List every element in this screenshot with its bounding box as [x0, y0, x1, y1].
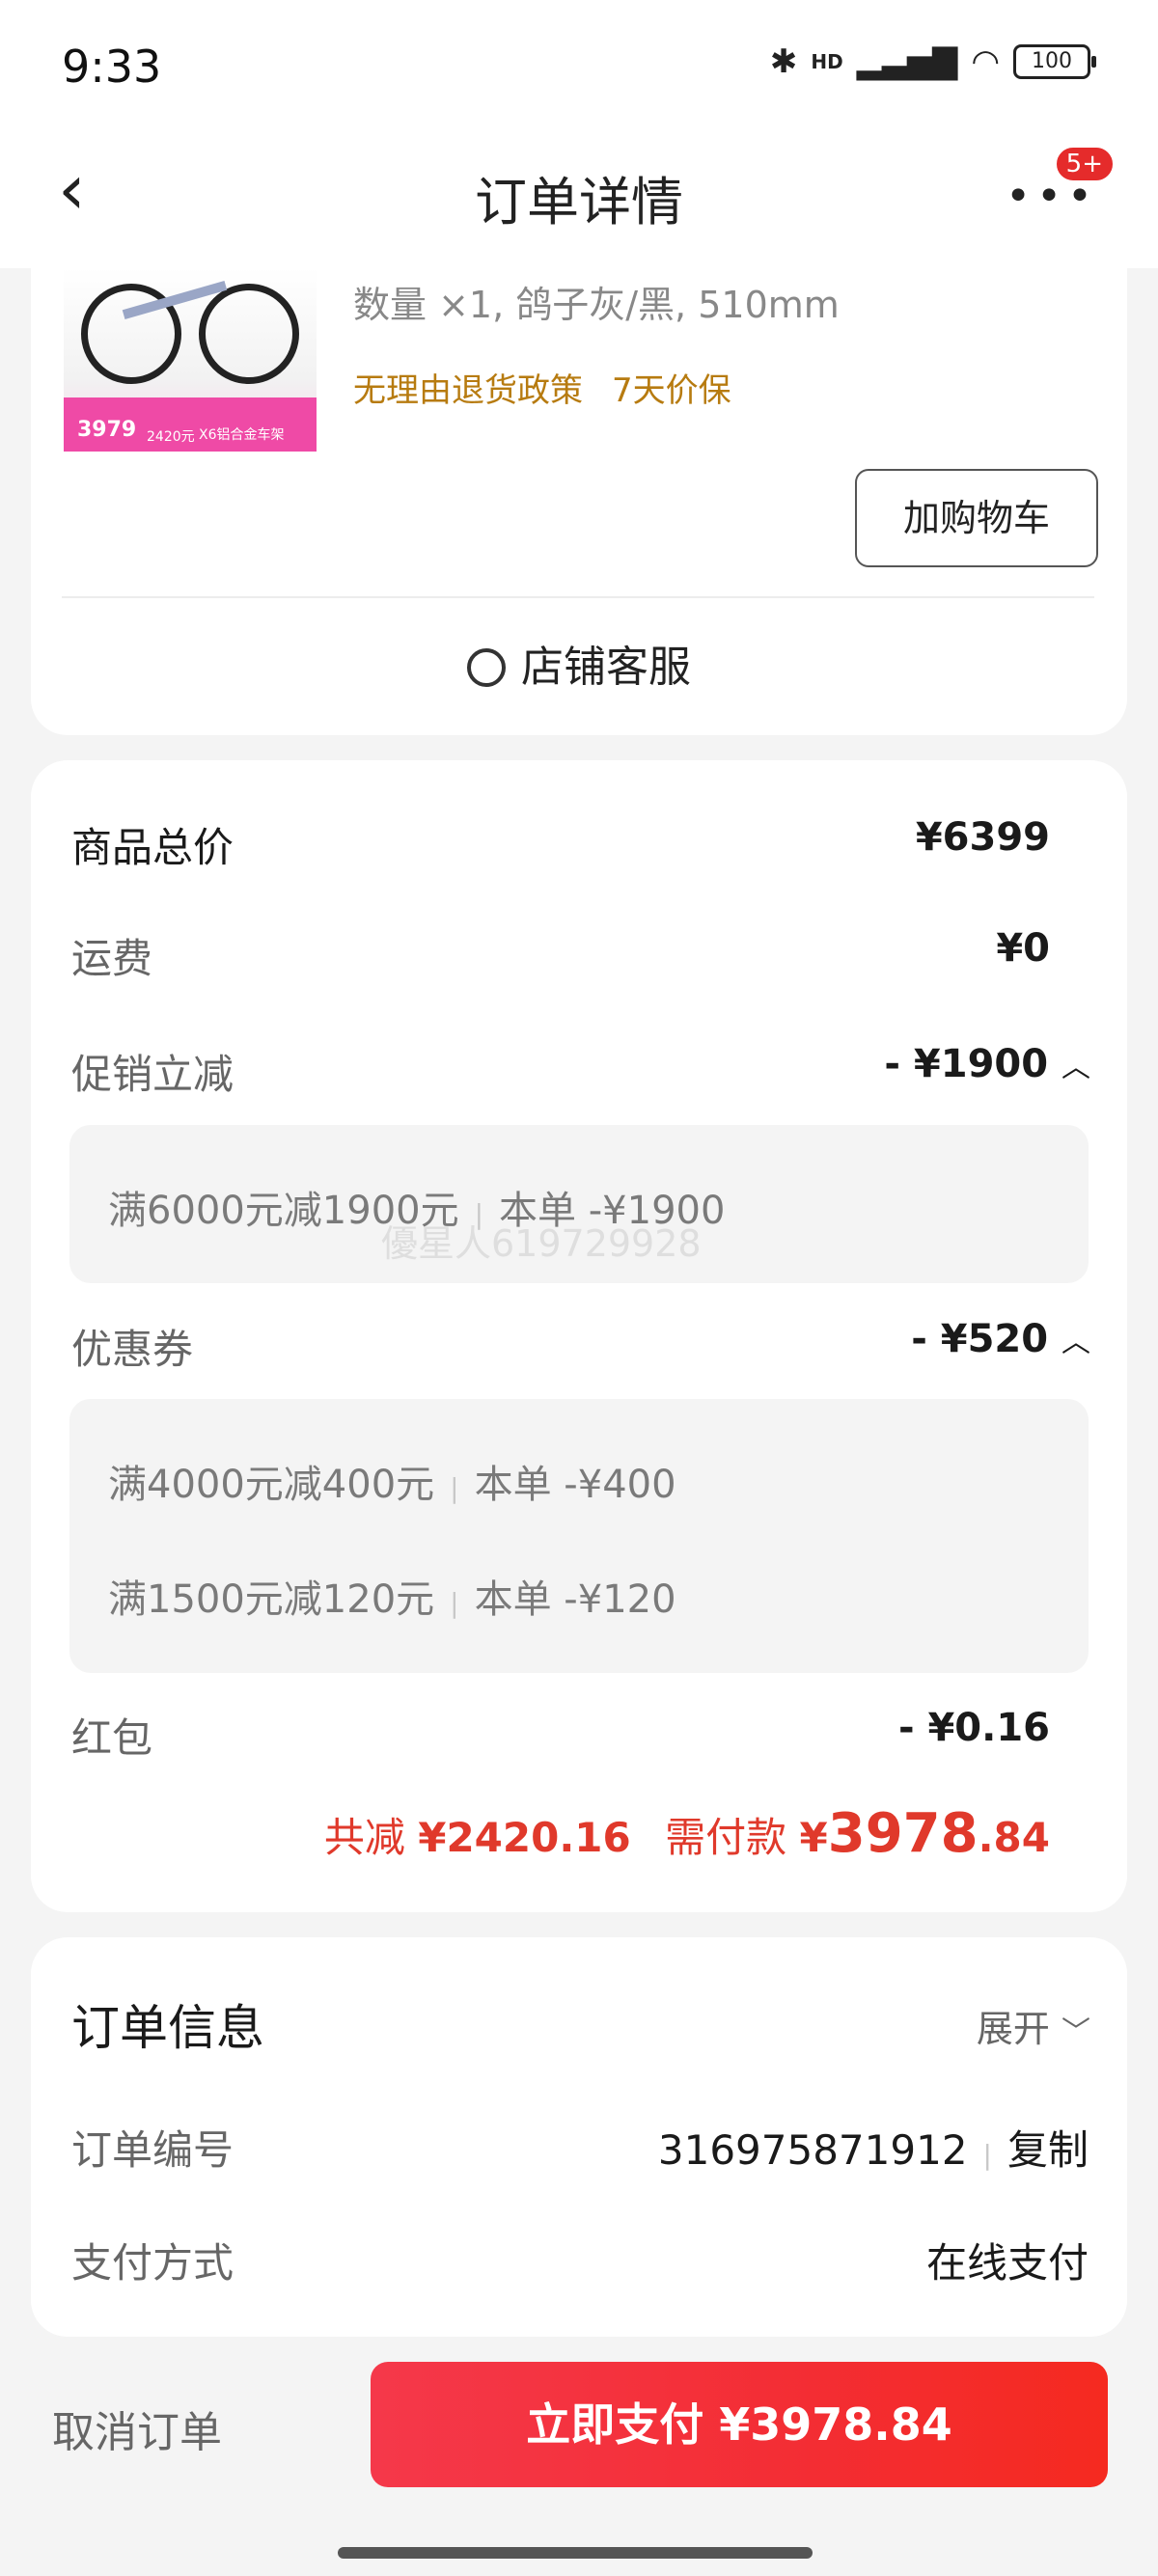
pay-now-button[interactable]: 立即支付 ¥3978.84 — [371, 2362, 1108, 2487]
payment-method-value: 在线支付 — [925, 2239, 1089, 2287]
image-price-3: X6铝合金车架 — [199, 427, 285, 443]
payment-method-label: 支付方式 — [71, 2239, 234, 2287]
order-info-title: 订单信息 — [71, 2000, 264, 2056]
redpacket-value: - ¥0.16 — [897, 1706, 1050, 1750]
cancel-order-button[interactable]: 取消订单 — [52, 2398, 222, 2459]
wifi-icon: ◠ — [971, 42, 1000, 81]
coupon-label: 优惠券 — [71, 1326, 194, 1373]
bike-wheel-rear — [199, 284, 299, 384]
product-image[interactable]: 3979 2420元 X6铝合金车架 — [64, 268, 317, 452]
shipping-label: 运费 — [71, 935, 153, 982]
chevron-up-icon: ︿ — [1062, 1326, 1090, 1359]
add-to-cart-button[interactable]: 加购物车 — [855, 469, 1098, 567]
price-protect-tag: 7天价保 — [612, 371, 731, 410]
promo-strip: 3979 2420元 X6铝合金车架 — [64, 397, 317, 452]
battery-icon: 100 — [1013, 44, 1096, 79]
bluetooth-icon: ✱ — [769, 42, 798, 81]
total-price-value: ¥6399 — [915, 815, 1050, 860]
separator: | — [450, 1472, 459, 1504]
order-number-value: 316975871912 — [657, 2126, 968, 2174]
notification-badge: 5+ — [1053, 145, 1116, 183]
expand-toggle[interactable]: 展开 ﹀ — [977, 1999, 1090, 2052]
divider — [62, 596, 1094, 598]
coupon-item: 满4000元减400元 | 本单 -¥400 — [108, 1453, 676, 1509]
coupon-this-order: 本单 -¥120 — [474, 1577, 676, 1622]
coupon-this-order: 本单 -¥400 — [474, 1463, 676, 1507]
headset-icon — [467, 648, 506, 687]
separator: | — [450, 1587, 459, 1619]
payment-summary: 共减 ¥2420.16 需付款 ¥3978.84 — [324, 1802, 1050, 1865]
need-pay-decimal: .84 — [978, 1814, 1050, 1861]
hd-label: HD — [811, 50, 843, 73]
promo-toggle[interactable]: - ¥1900 ︿ — [884, 1042, 1090, 1086]
status-icons: ✱ HD ▂▃▅▇ ◠ 100 — [769, 42, 1096, 81]
coupon-value: - ¥520 — [911, 1317, 1049, 1361]
order-number-row: 316975871912 | 复制 — [658, 2118, 1089, 2177]
expand-label: 展开 — [976, 2008, 1050, 2050]
chevron-down-icon: ﹀ — [1062, 2015, 1090, 2049]
copy-button[interactable]: 复制 — [1007, 2126, 1089, 2174]
promo-label: 促销立减 — [71, 1051, 234, 1098]
store-service-button[interactable]: 店铺客服 — [0, 632, 1158, 694]
product-spec: 数量 ×1, 鸽子灰/黑, 510mm — [353, 284, 840, 326]
need-pay-integer: 3978 — [827, 1802, 979, 1865]
order-number-label: 订单编号 — [71, 2126, 234, 2174]
store-service-label: 店铺客服 — [521, 643, 691, 692]
redpacket-label: 红包 — [71, 1714, 153, 1762]
total-price-label: 商品总价 — [71, 824, 234, 871]
total-discount-value: ¥2420.16 — [418, 1814, 631, 1861]
coupon-rule: 满1500元减120元 — [108, 1577, 435, 1622]
chevron-up-icon: ︿ — [1062, 1051, 1090, 1084]
need-pay-currency: ¥ — [799, 1814, 828, 1861]
coupon-item: 满1500元减120元 | 本单 -¥120 — [108, 1568, 676, 1624]
status-time: 9:33 — [62, 41, 162, 93]
coupon-rule: 满4000元减400元 — [108, 1463, 435, 1507]
coupon-toggle[interactable]: - ¥520 ︿ — [911, 1317, 1090, 1361]
promo-value: - ¥1900 — [884, 1042, 1049, 1086]
watermark: 優星人619729928 — [381, 1222, 702, 1265]
coupon-detail-box — [69, 1399, 1089, 1673]
home-indicator[interactable] — [338, 2547, 813, 2559]
total-discount-label: 共减 — [323, 1814, 405, 1861]
need-pay-label: 需付款 — [665, 1814, 787, 1861]
separator: | — [982, 2139, 992, 2171]
image-price-2: 2420元 — [147, 429, 195, 445]
image-price: 3979 — [77, 418, 137, 442]
shipping-value: ¥0 — [996, 926, 1050, 971]
signal-icon: ▂▃▅▇ — [856, 42, 958, 81]
page-title: 订单详情 — [475, 172, 683, 233]
return-policy-tag: 无理由退货政策 — [353, 371, 583, 410]
